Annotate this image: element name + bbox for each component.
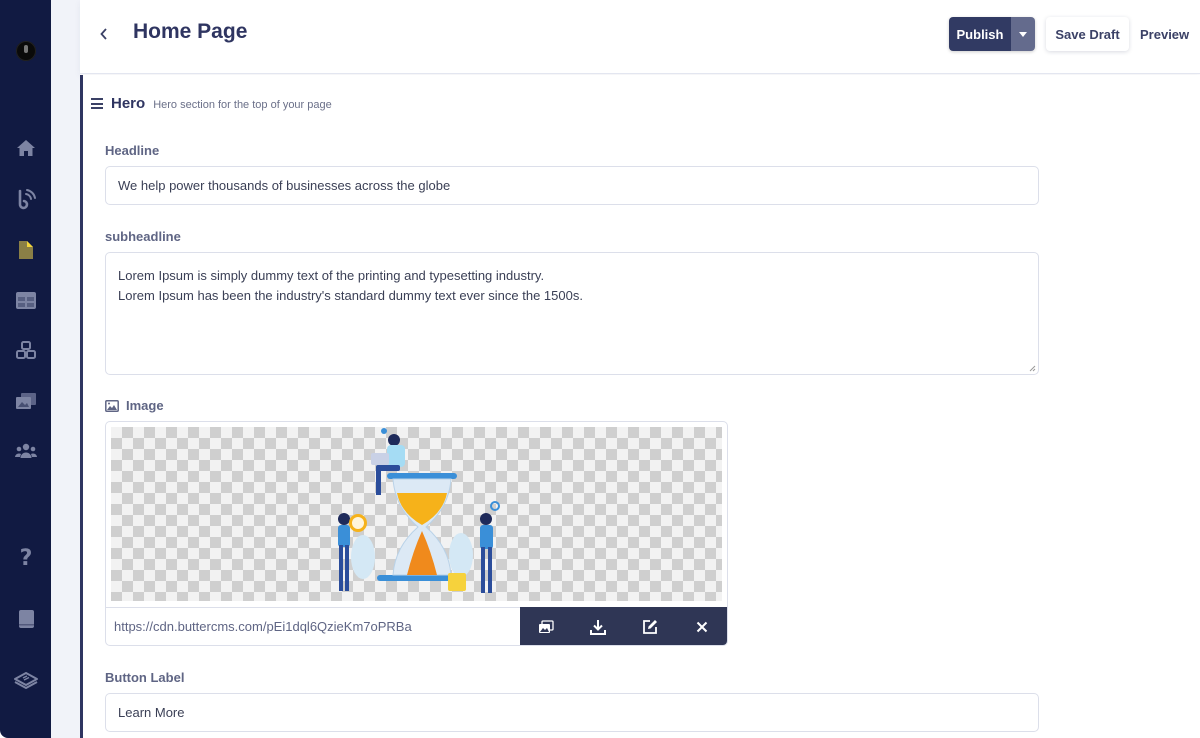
section-header: Hero Hero section for the top of your pa… (91, 95, 332, 112)
sidebar-item-help[interactable]: ? (13, 545, 39, 571)
publish-options-button[interactable] (1011, 17, 1035, 51)
edit-image-button[interactable] (635, 612, 665, 642)
subheadline-line-1: Lorem Ipsum is simply dummy text of the … (118, 268, 545, 283)
sidebar-item-docs[interactable] (13, 606, 39, 632)
image-url[interactable]: https://cdn.buttercms.com/pEi1dql6QzieKm… (106, 607, 520, 645)
button-label-value: Learn More (118, 705, 185, 720)
button-label-label: Button Label (105, 670, 185, 685)
headline-input[interactable]: We help power thousands of businesses ac… (105, 166, 1039, 205)
media-library-icon (16, 393, 36, 409)
subheadline-textarea[interactable]: Lorem Ipsum is simply dummy text of the … (105, 252, 1039, 375)
book-icon (18, 610, 34, 628)
image-label-text: Image (126, 398, 164, 413)
save-draft-button[interactable]: Save Draft (1046, 17, 1129, 51)
caret-down-icon (1019, 31, 1027, 37)
gutter (51, 0, 80, 738)
button-label-input[interactable]: Learn More (105, 693, 1039, 732)
media-library-icon (539, 619, 554, 633)
sidebar-item-pages[interactable] (13, 237, 39, 263)
image-icon (105, 399, 119, 412)
remove-image-button[interactable] (687, 612, 717, 642)
chevron-left-icon (100, 28, 107, 40)
section-description: Hero section for the top of your page (153, 99, 332, 111)
help-icon: ? (19, 545, 33, 571)
preview-button[interactable]: Preview (1140, 17, 1189, 51)
sidebar-item-home[interactable] (13, 135, 39, 161)
hourglass-illustration (338, 428, 500, 593)
close-icon (696, 621, 708, 632)
drag-handle-icon[interactable] (91, 98, 103, 109)
table-icon (16, 291, 36, 309)
section-title: Hero (111, 95, 146, 112)
avatar[interactable] (16, 41, 36, 61)
sidebar-item-collections[interactable] (13, 287, 39, 313)
top-bar: Home Page Publish Save Draft Preview (80, 0, 1200, 74)
sidebar-item-components[interactable] (13, 337, 39, 363)
image-field: https://cdn.buttercms.com/pEi1dql6QzieKm… (105, 421, 728, 646)
blog-feed-icon (18, 189, 36, 210)
back-button[interactable] (94, 22, 114, 46)
sidebar-item-blog[interactable] (13, 186, 39, 212)
home-icon (17, 140, 35, 156)
headline-label: Headline (105, 143, 160, 158)
sidebar-item-media[interactable] (13, 388, 39, 414)
headline-value: We help power thousands of businesses ac… (118, 178, 451, 193)
media-library-button[interactable] (531, 612, 561, 642)
hero-section-editor: Hero Hero section for the top of your pa… (80, 75, 1200, 738)
image-preview[interactable] (111, 427, 722, 601)
cubes-icon (16, 340, 36, 359)
page-icon (19, 241, 33, 259)
edit-icon (643, 619, 657, 634)
image-actions (520, 607, 727, 645)
page-title: Home Page (133, 20, 248, 43)
sidebar: ? (0, 0, 51, 738)
download-icon (590, 619, 606, 635)
layers-icon (14, 672, 38, 689)
publish-split-button: Publish (949, 17, 1035, 51)
sidebar-item-users[interactable] (13, 438, 39, 464)
subheadline-line-2: Lorem Ipsum has been the industry's stan… (118, 288, 583, 303)
download-button[interactable] (583, 612, 613, 642)
publish-button[interactable]: Publish (949, 17, 1011, 51)
resize-handle-icon[interactable] (1028, 364, 1036, 372)
subheadline-label: subheadline (105, 229, 181, 244)
sidebar-item-integrations[interactable] (13, 667, 39, 693)
image-label: Image (105, 398, 164, 413)
users-icon (15, 443, 37, 458)
